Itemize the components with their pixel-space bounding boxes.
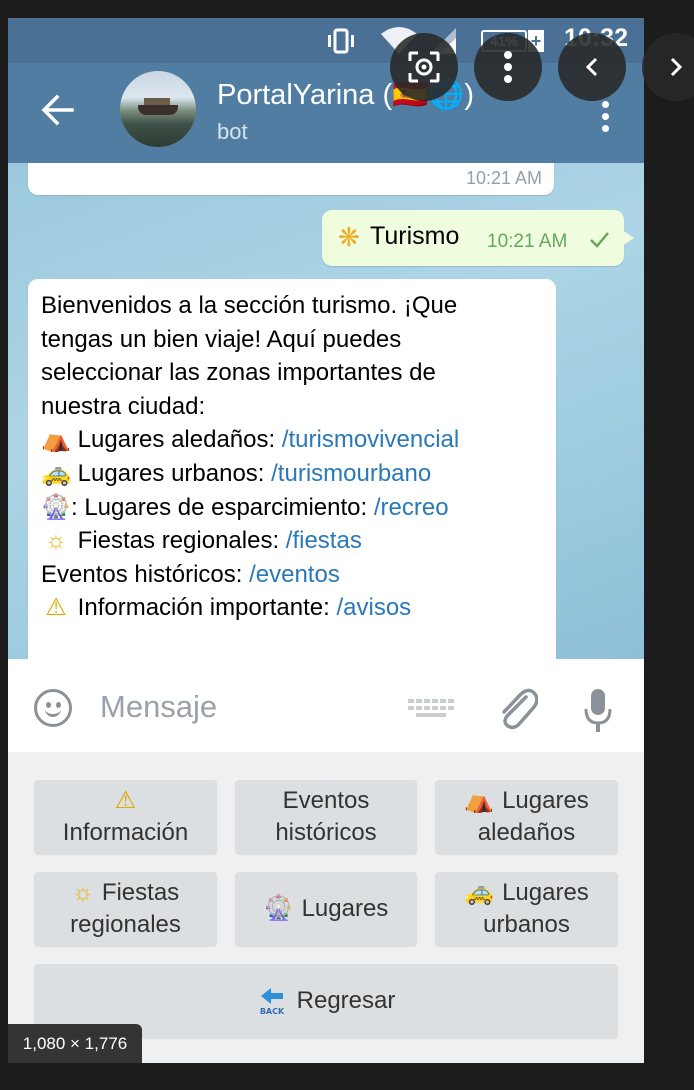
incoming-message-bubble[interactable]: Bienvenidos a la sección turismo. ¡Que t… [28, 279, 556, 659]
chat-area[interactable]: 10:21 AM ❋ Turismo 10:21 AM Bienvenidos … [8, 163, 644, 659]
taxi-icon: 🚕 [41, 459, 71, 487]
keyboard-button-urbanos[interactable]: 🚕 Lugares urbanos [435, 872, 618, 946]
outgoing-message-bubble[interactable]: ❋ Turismo 10:21 AM [322, 210, 634, 266]
chevron-left-icon [585, 57, 598, 77]
button-label: Eventos [282, 787, 370, 814]
message-line: nuestra ciudad: [41, 392, 206, 420]
command-link[interactable]: /turismovivencial [282, 426, 459, 453]
tent-icon: ⛺ [41, 426, 71, 454]
button-label: Lugares [502, 879, 589, 906]
warning-icon: ⚠ [45, 594, 67, 622]
button-label: Lugares [301, 895, 389, 922]
vibrate-icon [328, 28, 354, 54]
menu-item-label: Eventos históricos: [41, 560, 250, 588]
message-text: Turismo [370, 222, 460, 250]
menu-item-aledanos: ⛺ Lugares aledaños: /turismovivencial [41, 423, 551, 457]
message-input-bar [8, 659, 644, 752]
tent-icon: ⛺ [464, 787, 495, 814]
menu-item-label: Lugares aledaños: [77, 426, 282, 454]
lens-button[interactable] [390, 33, 458, 101]
ferris-wheel-icon: 🎡 [41, 493, 71, 521]
keyboard-button-aledanos[interactable]: ⛺ Lugares aledaños [435, 780, 618, 854]
back-arrow-icon[interactable] [40, 93, 74, 127]
message-body: Bienvenidos a la sección turismo. ¡Que t… [41, 289, 551, 625]
keyboard-button-eventos[interactable]: Eventos históricos [235, 780, 417, 854]
previous-message-bubble: 10:21 AM [28, 163, 554, 195]
viewer-more-button[interactable] [474, 33, 542, 101]
button-label: urbanos [483, 911, 570, 938]
button-label: Regresar [296, 987, 396, 1014]
command-link[interactable]: /recreo [374, 494, 449, 521]
chevron-right-icon [670, 57, 683, 77]
button-label: Fiestas [101, 879, 180, 906]
command-link[interactable]: /fiestas [286, 527, 362, 554]
chat-header: PortalYarina (🇪🇸🌐) bot [8, 63, 644, 163]
button-label: Lugares [502, 787, 589, 814]
previous-image-button[interactable] [558, 33, 626, 101]
svg-text:BACK: BACK [259, 1007, 284, 1016]
menu-item-label: Información importante: [77, 594, 337, 622]
more-vertical-icon [504, 51, 512, 83]
attach-icon[interactable] [496, 685, 538, 731]
menu-item-label: Fiestas regionales: [77, 527, 286, 555]
menu-item-fiestas: ☼ Fiestas regionales: /fiestas [41, 524, 551, 558]
microphone-icon[interactable] [584, 689, 612, 733]
keyboard-icon[interactable] [408, 699, 456, 719]
warning-icon: ⚠ [114, 787, 137, 814]
message-line: seleccionar las zonas importantes de [41, 359, 436, 387]
keyboard-button-fiestas[interactable]: ☼ Fiestas regionales [34, 872, 217, 946]
button-label: Información [62, 819, 189, 846]
avatar[interactable] [120, 71, 196, 147]
chat-subtitle: bot [217, 119, 248, 144]
command-link[interactable]: /eventos [249, 561, 340, 588]
image-viewer: 41% + 10:32 PortalYarina (🇪🇸🌐) bot 10:21… [0, 0, 694, 1090]
menu-item-label: : Lugares de esparcimiento: [71, 493, 374, 521]
menu-item-eventos: Eventos históricos: /eventos [41, 558, 551, 592]
message-time: 10:21 AM [465, 168, 542, 188]
message-line: Bienvenidos a la sección turismo. ¡Que [41, 292, 458, 319]
back-icon: BACK [259, 988, 285, 1016]
menu-item-avisos: ⚠ Información importante: /avisos [41, 591, 551, 625]
bot-keyboard: ⚠ Información Eventos históricos ⛺ Lugare… [8, 752, 644, 1063]
message-line: tengas un bien viaje! Aquí puedes [41, 325, 402, 353]
sun-icon: ☼ [45, 527, 67, 555]
keyboard-button-lugares[interactable]: 🎡 Lugares [235, 872, 417, 946]
avatar-boat [138, 105, 178, 115]
button-label: regionales [70, 911, 181, 938]
check-icon [590, 232, 609, 248]
image-dimensions-label: 1,080 × 1,776 [8, 1024, 142, 1063]
status-bar: 41% + 10:32 [8, 18, 644, 63]
sparkle-icon: ❋ [338, 222, 360, 252]
next-image-button[interactable] [642, 33, 694, 101]
menu-item-urbanos: 🚕 Lugares urbanos: /turismourbano [41, 457, 551, 491]
keyboard-button-informacion[interactable]: ⚠ Información [34, 780, 217, 854]
lens-icon [408, 51, 440, 83]
menu-item-label: Lugares urbanos: [77, 459, 272, 487]
phone-screen: 41% + 10:32 PortalYarina (🇪🇸🌐) bot 10:21… [8, 18, 644, 1063]
button-label: aledaños [477, 819, 576, 846]
command-link[interactable]: /avisos [336, 594, 411, 621]
more-options-icon[interactable] [602, 101, 610, 133]
button-label: históricos [275, 819, 377, 846]
menu-item-esparcimiento: 🎡: Lugares de esparcimiento: /recreo [41, 491, 551, 525]
message-input[interactable] [100, 685, 400, 729]
emoji-icon[interactable] [34, 689, 72, 727]
sun-icon: ☼ [71, 879, 94, 906]
command-link[interactable]: /turismourbano [271, 460, 431, 487]
taxi-icon: 🚕 [464, 879, 495, 906]
ferris-wheel-icon: 🎡 [263, 895, 294, 922]
message-time: 10:21 AM [487, 231, 568, 252]
